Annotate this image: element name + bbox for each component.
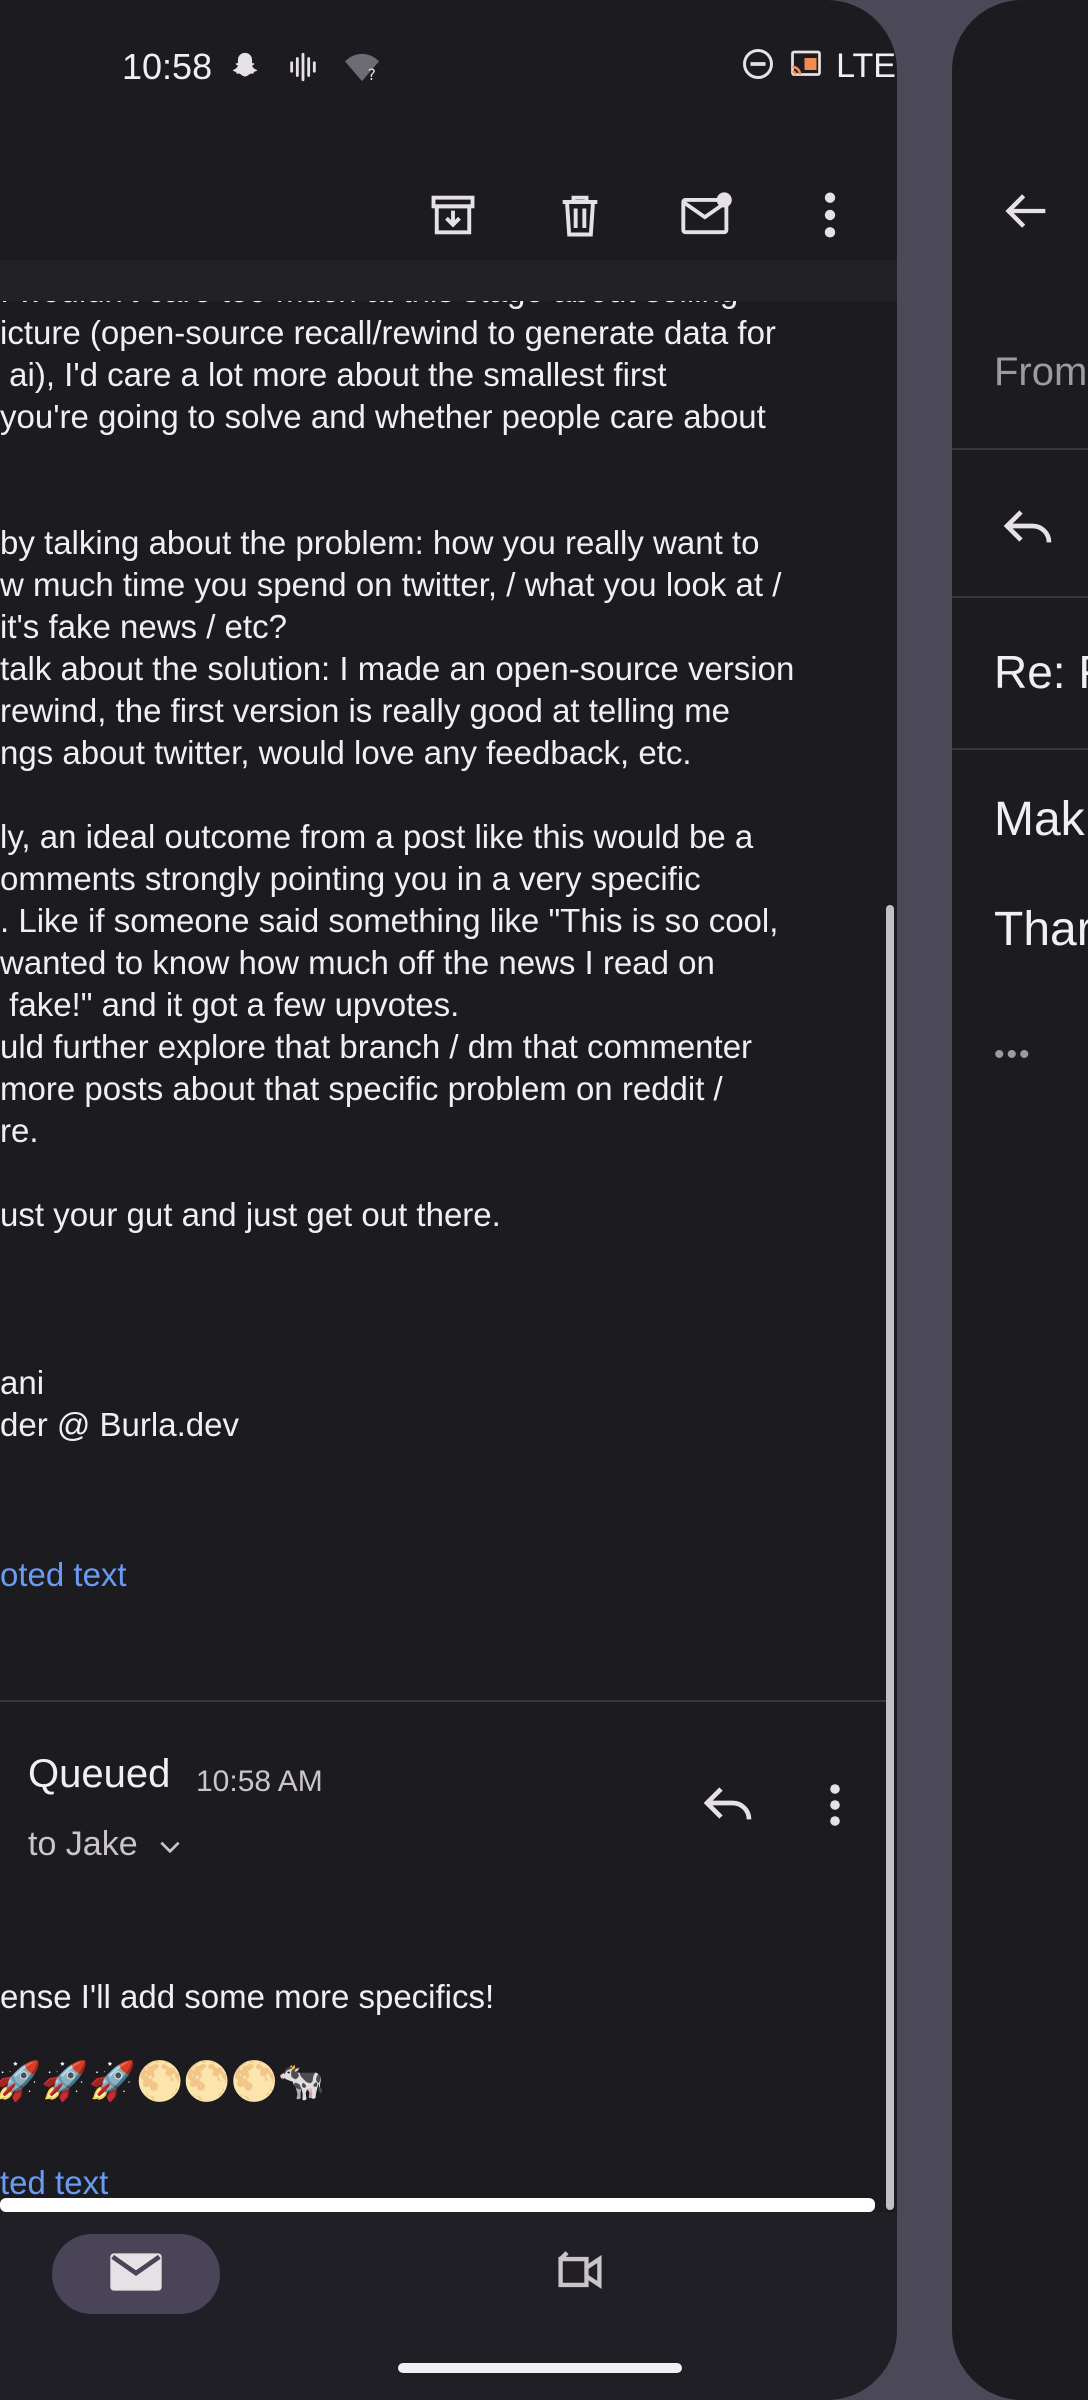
from-label: From (994, 350, 1088, 394)
show-quoted-text-link-2[interactable]: ted text (0, 2164, 108, 2202)
email-body-line (0, 774, 880, 816)
archive-icon[interactable] (413, 170, 493, 260)
voicemail-icon (286, 50, 320, 93)
email-body-line: omments strongly pointing you in a very … (0, 860, 701, 897)
body-line-2: Thar (994, 903, 1088, 956)
divider-1 (952, 448, 1088, 450)
reply-icon[interactable] (700, 1775, 760, 1835)
cast-icon (786, 46, 826, 87)
email-body-line: icture (open-source recall/rewind to gen… (0, 314, 776, 351)
show-quoted-text-link[interactable]: oted text (0, 1556, 127, 1594)
reply-body: ense I'll add some more specifics! (0, 1978, 495, 2015)
home-indicator[interactable] (398, 2363, 682, 2373)
email-body-line: fake!" and it got a few upvotes. (0, 986, 460, 1023)
chevron-down-icon (157, 1827, 183, 1866)
scrollbar[interactable] (886, 905, 894, 2210)
network-type: LTE (836, 46, 896, 85)
email-body-line: der @ Burla.dev (0, 1406, 239, 1443)
email-body-line (0, 1278, 880, 1320)
email-body-line (0, 480, 880, 522)
email-pane: 10:58 ? LTE icture (open-source recall/r… (0, 0, 897, 2400)
mail-icon (108, 2251, 164, 2298)
email-body-line: more posts about that specific problem o… (0, 1070, 723, 1107)
email-body-line: rewind, the first version is really good… (0, 692, 730, 729)
email-body-line: ly, an ideal outcome from a post like th… (0, 818, 754, 855)
email-body-line: talk about the solution: I made an open-… (0, 650, 795, 687)
email-body-line (0, 1152, 880, 1194)
email-body-line: uld further explore that branch / dm tha… (0, 1028, 753, 1065)
status-bar: 10:58 ? LTE (0, 40, 897, 96)
toolbar-shadow (0, 260, 897, 301)
email-body-line: wanted to know how much off the news I r… (0, 944, 715, 981)
email-body-line (0, 1320, 880, 1362)
email-body-line: w much time you spend on twitter, / what… (0, 566, 782, 603)
email-toolbar (0, 170, 897, 260)
dnd-icon (740, 46, 776, 87)
email-body-line (0, 438, 880, 480)
email-body-line: it's fake news / etc? (0, 608, 287, 645)
show-trimmed-icon[interactable]: ••• (994, 1038, 1032, 1072)
divider-3 (952, 748, 1088, 750)
divider-2 (952, 596, 1088, 598)
email-body-line: ngs about twitter, would love any feedba… (0, 734, 692, 771)
email-body-line: ani (0, 1364, 45, 1401)
reply-icon-right[interactable] (1000, 498, 1056, 559)
message-more-icon[interactable] (815, 1775, 855, 1835)
status-time: 10:58 (122, 46, 213, 87)
message-divider (0, 1700, 888, 1702)
email-body-line: re. (0, 1112, 39, 1149)
email-body-line: you're going to solve and whether people… (0, 398, 766, 435)
more-options-icon[interactable] (790, 170, 870, 260)
snapchat-icon (228, 50, 262, 93)
svg-text:?: ? (368, 66, 376, 84)
subject-line: Re: F (994, 646, 1088, 698)
email-body-line: ai), I'd care a lot more about the small… (0, 356, 667, 393)
detail-pane: From Re: F Mak Thar ••• (952, 0, 1088, 2400)
sender-name: Queued (28, 1752, 171, 1796)
wifi-unknown-icon: ? (342, 50, 382, 93)
back-arrow-icon[interactable] (1002, 185, 1054, 242)
compose-sheet-edge (0, 2198, 875, 2212)
mark-unread-icon[interactable] (667, 170, 747, 260)
delete-icon[interactable] (540, 170, 620, 260)
email-body-line (0, 1236, 880, 1278)
message-time: 10:58 AM (196, 1765, 323, 1798)
email-body-line: . Like if someone said something like "T… (0, 902, 779, 939)
nav-mail-tab[interactable] (52, 2234, 220, 2314)
email-body: I wouldn't care too much at this stage a… (0, 270, 880, 1446)
recipient-toggle[interactable]: to Jake (28, 1825, 183, 1866)
status-right-group: LTE (740, 44, 897, 88)
email-body-line: by talking about the problem: how you re… (0, 524, 760, 561)
nav-meet-tab[interactable] (540, 2234, 620, 2314)
recipient-label: to Jake (28, 1825, 138, 1863)
body-line-1: Mak (994, 793, 1085, 846)
meet-icon (552, 2248, 608, 2301)
emoji-line: 🚀🚀🚀🌕🌕🌕🐄 (0, 2061, 326, 2103)
email-body-line: ust your gut and just get out there. (0, 1196, 501, 1233)
